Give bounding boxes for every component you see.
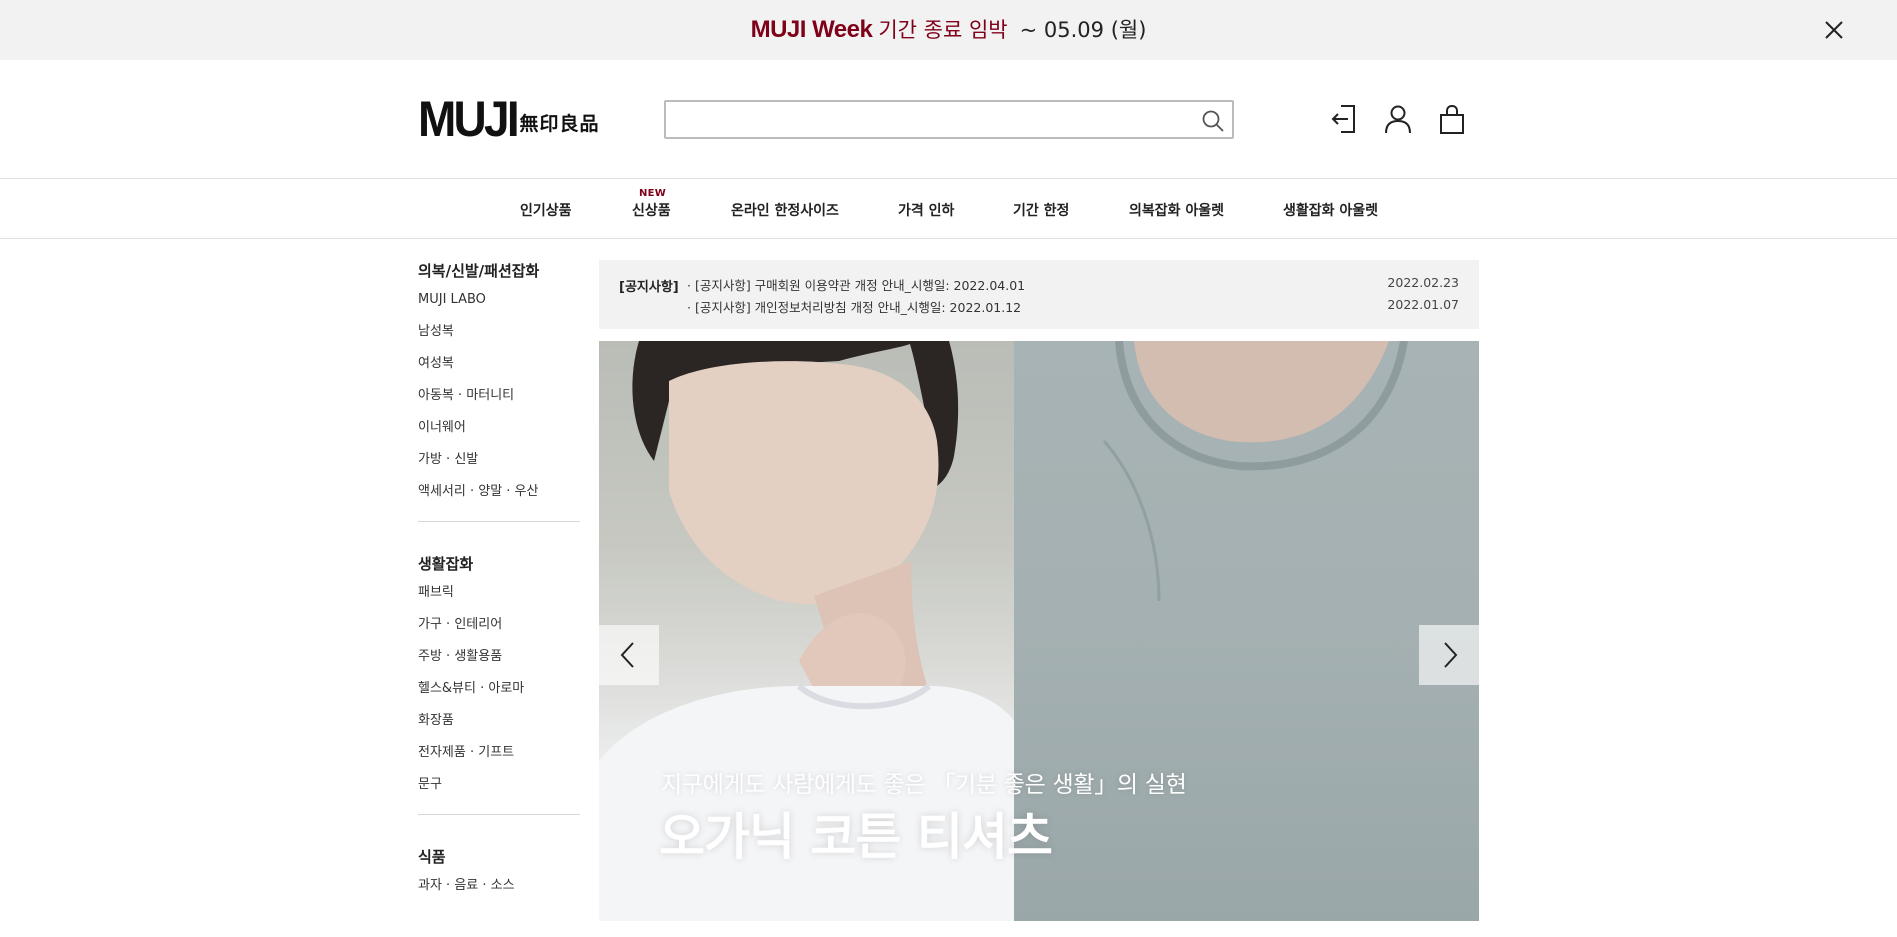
chevron-right-icon	[1444, 642, 1458, 668]
nav-limited-time[interactable]: 기간 한정	[1013, 200, 1069, 220]
notice-title: · [공지사항] 개인정보처리방침 개정 안내_시행일: 2022.01.12	[687, 300, 1022, 315]
promo-text[interactable]: MUJI Week 기간 종료 임박 ~ 05.09 (월)	[0, 15, 1897, 45]
nav-living-outlet[interactable]: 생활잡화 아울렛	[1283, 200, 1378, 220]
close-icon[interactable]	[1820, 16, 1848, 44]
sidebar-list: MUJI LABO 남성복 여성복 아동복 · 마터니티 이너웨어 가방 · 신…	[418, 292, 580, 516]
slider-prev-button[interactable]	[599, 625, 659, 685]
notice-label: [공지사항]	[619, 280, 679, 295]
hero-title: 오가닉 코튼 티셔츠	[659, 808, 1053, 866]
chevron-left-icon	[620, 642, 634, 668]
sidebar-item[interactable]: 아동복 · 마터니티	[418, 388, 580, 420]
nav-popular[interactable]: 인기상품	[520, 200, 572, 220]
sidebar-item[interactable]: 화장품	[418, 713, 580, 745]
hero-slider[interactable]: 지구에게도 사람에게도 좋은 「기분 좋은 생활」의 실현 오가닉 코튼 티셔츠	[599, 341, 1479, 921]
new-badge: NEW	[639, 188, 667, 199]
user-icon[interactable]	[1381, 102, 1415, 136]
sidebar-divider	[418, 521, 580, 522]
sidebar-item[interactable]: 이너웨어	[418, 420, 580, 452]
slider-next-button[interactable]	[1419, 625, 1479, 685]
nav-label: 인기상품	[520, 203, 572, 219]
sidebar-item[interactable]: 가방 · 신발	[418, 452, 580, 484]
category-nav: 인기상품 NEW 신상품 온라인 한정사이즈 가격 인하 기간 한정 의복잡화 아…	[0, 180, 1897, 239]
nav-new-arrivals[interactable]: NEW 신상품	[632, 188, 671, 220]
sidebar-item[interactable]: 여성복	[418, 356, 580, 388]
notice-box: [공지사항] · [공지사항] 구매회원 이용약관 개정 안내_시행일: 202…	[599, 260, 1479, 329]
sidebar-item[interactable]: 과자 · 음료 · 소스	[418, 878, 580, 910]
promo-banner: MUJI Week 기간 종료 임박 ~ 05.09 (월)	[0, 0, 1897, 60]
cart-icon[interactable]	[1435, 102, 1469, 136]
nav-label: 생활잡화 아울렛	[1283, 203, 1379, 219]
search-box	[664, 100, 1234, 139]
promo-date: ~ 05.09 (월)	[1019, 18, 1147, 42]
nav-label: 신상품	[632, 203, 671, 219]
notice-row[interactable]: · [공지사항] 개인정보처리방침 개정 안내_시행일: 2022.01.12 …	[687, 297, 1459, 316]
sidebar-item[interactable]: 액세서리 · 양말 · 우산	[418, 484, 580, 516]
sidebar-heading[interactable]: 생활잡화	[418, 553, 580, 575]
promo-brand: MUJI Week	[750, 16, 873, 43]
sidebar-item[interactable]: 패브릭	[418, 585, 580, 617]
notice-date: 2022.01.07	[1387, 297, 1459, 312]
nav-label: 기간 한정	[1013, 203, 1070, 219]
login-icon[interactable]	[1327, 102, 1361, 136]
sidebar-divider	[418, 814, 580, 815]
nav-label: 온라인 한정사이즈	[731, 203, 839, 219]
nav-online-sizes[interactable]: 온라인 한정사이즈	[731, 200, 839, 220]
sidebar-list: 패브릭 가구 · 인테리어 주방 · 생활용품 헬스&뷰티 · 아로마 화장품 …	[418, 585, 580, 809]
nav-price-down[interactable]: 가격 인하	[898, 200, 954, 220]
sidebar-item[interactable]: 전자제품 · 기프트	[418, 745, 580, 777]
nav-label: 의복잡화 아울렛	[1129, 203, 1225, 219]
notice-row[interactable]: · [공지사항] 구매회원 이용약관 개정 안내_시행일: 2022.04.01…	[687, 275, 1459, 294]
search-input[interactable]	[674, 106, 1174, 133]
promo-message: 기간 종료 임박	[878, 18, 1008, 42]
nav-label: 가격 인하	[898, 203, 955, 219]
sidebar-item[interactable]: 주방 · 생활용품	[418, 649, 580, 681]
sidebar-item[interactable]: 문구	[418, 777, 580, 809]
sidebar-heading[interactable]: 의복/신발/패션잡화	[418, 260, 580, 282]
sidebar-heading[interactable]: 식품	[418, 846, 580, 868]
nav-apparel-outlet[interactable]: 의복잡화 아울렛	[1129, 200, 1224, 220]
muji-logo[interactable]: MUJI 無印良品	[418, 91, 600, 147]
site-header: MUJI 無印良品	[0, 60, 1897, 179]
sidebar-item[interactable]: 남성복	[418, 324, 580, 356]
logo-wordmark: MUJI	[418, 91, 520, 147]
search-icon[interactable]	[1200, 108, 1226, 134]
sidebar-item[interactable]: MUJI LABO	[418, 292, 580, 324]
sidebar-item[interactable]: 가구 · 인테리어	[418, 617, 580, 649]
notice-title: · [공지사항] 구매회원 이용약관 개정 안내_시행일: 2022.04.01	[687, 278, 1026, 293]
logo-kanji: 無印良品	[519, 113, 600, 135]
category-sidebar: 의복/신발/패션잡화 MUJI LABO 남성복 여성복 아동복 · 마터니티 …	[418, 260, 580, 910]
notice-date: 2022.02.23	[1387, 275, 1459, 290]
hero-subtitle: 지구에게도 사람에게도 좋은 「기분 좋은 생활」의 실현	[661, 772, 1187, 798]
sidebar-item[interactable]: 헬스&뷰티 · 아로마	[418, 681, 580, 713]
sidebar-list: 과자 · 음료 · 소스	[418, 878, 580, 910]
